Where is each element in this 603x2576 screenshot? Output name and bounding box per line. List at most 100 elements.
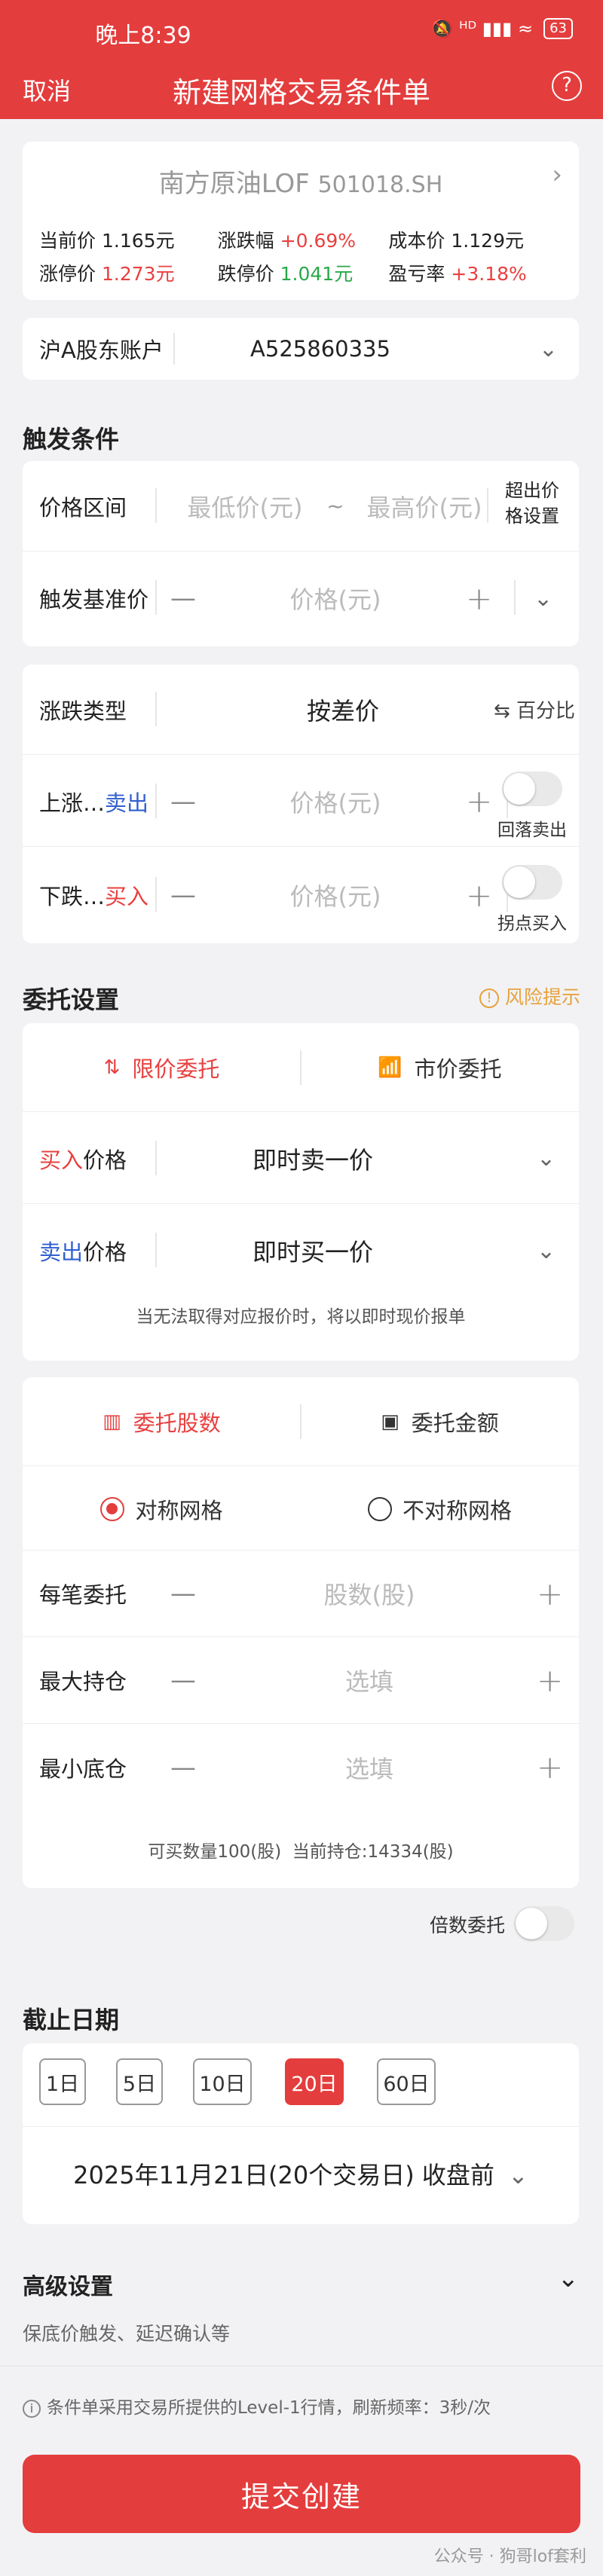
plus-icon[interactable]: + — [466, 553, 492, 643]
chevron-down-icon[interactable]: ⌄ — [534, 553, 552, 643]
minus-icon[interactable]: — — [170, 1724, 196, 1811]
trigger-section-title: 触发条件 — [23, 425, 120, 454]
help-icon[interactable]: ? — [552, 71, 582, 101]
each-order-row: 每笔委托 — 股数(股) + — [23, 1551, 579, 1637]
sell-price-row[interactable]: 卖出 价格 即时买一价 ⌄ — [23, 1205, 579, 1296]
divider — [155, 877, 157, 912]
radio-symmetric[interactable]: 对称网格 — [23, 1468, 301, 1551]
day-option-button[interactable]: 60日 — [377, 2058, 436, 2105]
base-price-row: 触发基准价 — 价格(元) + ⌄ — [23, 553, 579, 643]
account-row[interactable]: 沪A股东账户 A525860335 ⌄ — [23, 318, 579, 380]
page-title: 新建网格交易条件单 — [172, 76, 430, 109]
deadline-date-selector[interactable]: 2025年11月21日(20个交易日) 收盘前 ⌄ — [23, 2156, 579, 2191]
over-price-setting-button[interactable]: 超出价 格设置 — [490, 478, 574, 529]
day-option-button[interactable]: 10日 — [193, 2058, 252, 2105]
sell-price-value[interactable]: 即时买一价 — [173, 1205, 452, 1296]
plus-icon[interactable]: + — [466, 756, 492, 846]
status-icons: 🔕 ᴴᴰ ▮▮▮ ≈ 63 — [431, 18, 573, 39]
quote-item: 成本价 1.129元 — [388, 226, 567, 253]
min-price-input[interactable]: 最低价(元) — [166, 461, 324, 551]
buy-prefix: 买入 — [39, 1147, 84, 1173]
divider — [23, 2126, 579, 2127]
turning-buy-label: 拐点买入 — [497, 914, 567, 934]
max-price-input[interactable]: 最高价(元) — [345, 461, 504, 551]
quote-label: 涨停价 — [39, 263, 96, 285]
chevron-right-icon[interactable]: › — [552, 160, 562, 190]
fall-label: 下跌… 买入 — [39, 850, 148, 940]
day-option-button[interactable]: 20日 — [285, 2058, 344, 2105]
toggle-knob — [504, 773, 535, 805]
each-order-input[interactable]: 股数(股) — [211, 1551, 528, 1636]
plus-icon[interactable]: + — [537, 1724, 563, 1811]
minus-icon[interactable]: — — [170, 1637, 196, 1723]
stock-card[interactable]: 南方原油LOF 501018.SH › 当前价 1.165元 涨跌幅 +0.69% 成本… — [23, 142, 579, 300]
account-selector[interactable]: 沪A股东账户 A525860335 ⌄ — [23, 318, 579, 380]
minus-icon[interactable]: — — [170, 553, 196, 643]
min-position-row: 最小底仓 — 选填 + — [23, 1724, 579, 1811]
quantity-note: 可买数量100(股) 当前持仓:14334(股) — [148, 1842, 454, 1862]
each-order-label: 每笔委托 — [39, 1582, 127, 1608]
quantity-tabs: ▥ 委托股数 ▣ 委托金额 — [23, 1377, 579, 1466]
status-bar: 晚上8:39 🔕 ᴴᴰ ▮▮▮ ≈ 63 — [0, 0, 603, 60]
change-type-value[interactable]: 按差价 — [173, 665, 513, 754]
status-time: 晚上8:39 — [95, 23, 191, 49]
deadline-section-title: 截止日期 — [23, 2006, 120, 2034]
quote-item: 盈亏率 +3.18% — [388, 259, 567, 286]
warning-icon: ! — [479, 989, 499, 1008]
plus-icon[interactable]: + — [537, 1551, 563, 1636]
buy-price-value[interactable]: 即时卖一价 — [173, 1114, 452, 1203]
percent-switch-button[interactable]: ⇆ 百分比 — [490, 665, 579, 754]
min-position-input[interactable]: 选填 — [211, 1724, 528, 1811]
risk-tip-link[interactable]: ! 风险提示 — [479, 982, 580, 1010]
quote-label: 盈亏率 — [388, 263, 445, 285]
day-option-button[interactable]: 1日 — [39, 2058, 86, 2105]
sell-prefix: 卖出 — [39, 1239, 84, 1265]
fallback-sell-label: 回落卖出 — [497, 820, 567, 840]
multiple-order-label: 倍数委托 — [429, 1914, 505, 1936]
radio-asymmetric[interactable]: 不对称网格 — [301, 1468, 579, 1551]
buy-price-row[interactable]: 买入 价格 即时卖一价 ⌄ — [23, 1114, 579, 1204]
sell-price-label: 卖出 价格 — [39, 1205, 127, 1296]
day-option-button[interactable]: 5日 — [116, 2058, 163, 2105]
turning-buy-toggle[interactable] — [502, 865, 562, 900]
radio-symmetric-label: 对称网格 — [135, 1498, 223, 1523]
rise-label-text: 上涨… — [39, 790, 106, 816]
submit-button[interactable]: 提交创建 — [23, 2455, 580, 2533]
sell-suffix: 价格 — [83, 1239, 127, 1265]
divider — [155, 1141, 157, 1175]
change-card: 涨跌类型 按差价 ⇆ 百分比 上涨… 卖出 — 价格(元) + 回落卖出 下跌… 买… — [23, 665, 579, 943]
quote-item: 涨跌幅 +0.69% — [218, 226, 389, 253]
advanced-settings-title[interactable]: 高级设置 — [23, 2268, 113, 2301]
minus-icon[interactable]: — — [170, 850, 196, 940]
quote-value: 1.129元 — [451, 230, 524, 252]
tab-shares[interactable]: ▥ 委托股数 — [23, 1377, 301, 1466]
deadline-card: 1日 5日 10日 20日 60日 2025年11月21日(20个交易日) 收盘前 ⌄ — [23, 2043, 579, 2224]
fall-price-input[interactable]: 价格(元) — [211, 850, 460, 940]
fall-row: 下跌… 买入 — 价格(元) + 拐点买入 — [23, 850, 579, 940]
price-range-label: 价格区间 — [39, 494, 127, 521]
swap-vertical-icon: ⇅ — [103, 1056, 121, 1079]
plus-icon[interactable]: + — [537, 1637, 563, 1723]
max-position-input[interactable]: 选填 — [211, 1637, 528, 1723]
plus-icon[interactable]: + — [466, 850, 492, 940]
fallback-sell-toggle[interactable] — [502, 772, 562, 806]
minus-icon[interactable]: — — [170, 756, 196, 846]
tab-market-label: 市价委托 — [414, 1056, 502, 1082]
cancel-button[interactable]: 取消 — [23, 72, 71, 107]
chevron-down-icon[interactable]: ⌄ — [558, 2263, 580, 2293]
divider — [155, 488, 157, 523]
rise-price-input[interactable]: 价格(元) — [211, 756, 460, 846]
chevron-down-icon[interactable]: ⌄ — [537, 1205, 556, 1296]
multiple-order-toggle[interactable] — [514, 1906, 574, 1941]
tab-amount[interactable]: ▣ 委托金额 — [301, 1377, 579, 1466]
base-price-input[interactable]: 价格(元) — [211, 553, 460, 643]
minus-icon[interactable]: — — [170, 1551, 196, 1636]
quote-label: 成本价 — [388, 230, 445, 252]
tab-limit-label: 限价委托 — [132, 1056, 220, 1082]
tab-market-order[interactable]: 📶 市价委托 — [301, 1023, 579, 1112]
tab-limit-order[interactable]: ⇅ 限价委托 — [23, 1023, 301, 1112]
chevron-down-icon[interactable]: ⌄ — [537, 1114, 556, 1203]
chevron-down-icon[interactable]: ⌄ — [539, 318, 558, 380]
divider — [155, 1233, 157, 1267]
deadline-date-text: 2025年11月21日(20个交易日) 收盘前 — [73, 2161, 494, 2189]
